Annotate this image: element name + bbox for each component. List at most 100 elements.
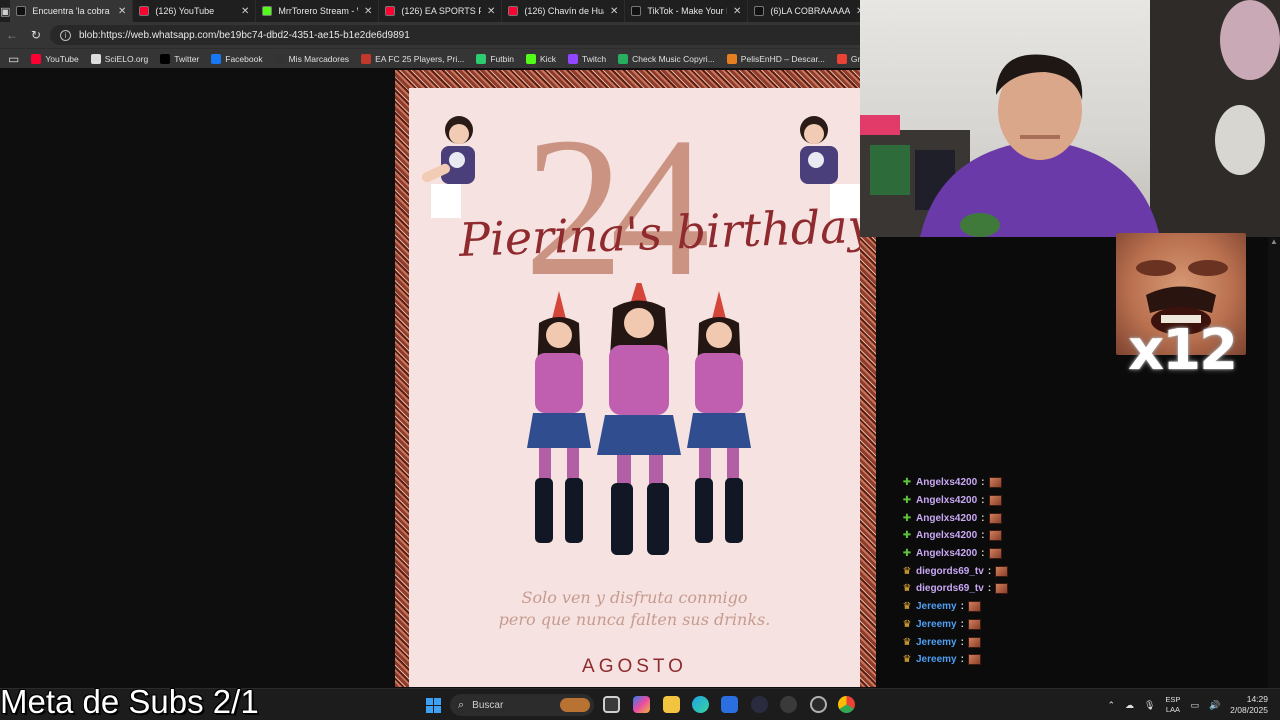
chat-username[interactable]: Jereemy: [916, 654, 957, 665]
chat-username[interactable]: Angelxs4200: [916, 513, 977, 524]
bookmark-item[interactable]: Futbin: [476, 53, 514, 64]
chat-message: ♛ Jereemy:: [902, 598, 1262, 616]
chat-emote-icon: [988, 512, 1002, 524]
dancer-center: [597, 283, 681, 555]
microphone-icon[interactable]: 🎙: [1144, 700, 1155, 711]
chat-message: ♛ diegords69_tv:: [902, 580, 1262, 598]
tab-favicon-icon: [385, 6, 396, 16]
tab-close-icon[interactable]: ✕: [487, 6, 495, 17]
app-icon[interactable]: [751, 696, 768, 713]
dancer-left: [527, 291, 591, 543]
chat-message: ✚ Angelxs4200:: [902, 527, 1262, 545]
browser-tab[interactable]: Encuentra 'la cobra en ✕: [10, 0, 134, 22]
invitation-title: Pierina's birthday: [458, 198, 860, 267]
task-view-icon[interactable]: [603, 696, 620, 713]
windows-start-icon[interactable]: [426, 698, 441, 713]
reading-list-icon[interactable]: ▭: [8, 52, 19, 66]
chat-username[interactable]: Jereemy: [916, 619, 957, 630]
site-info-icon[interactable]: i: [60, 29, 71, 41]
subs-goal-overlay: Meta de Subs 2/1: [0, 683, 259, 720]
bookmark-label: Mis Marcadores: [288, 53, 350, 64]
bookmark-item[interactable]: PelisEnHD – Descar...: [726, 53, 825, 64]
chat-username[interactable]: diegords69_tv: [916, 566, 984, 577]
chat-badge-icon: ♛: [902, 618, 912, 630]
side-panel-scrollbar[interactable]: ▲: [1268, 237, 1280, 688]
bookmark-item[interactable]: Twitter: [160, 53, 199, 64]
bookmark-label: Twitch: [582, 53, 607, 64]
birthday-invitation-image[interactable]: 24 Pierina's birthday Solo ven y disfrut…: [395, 70, 876, 687]
browser-tab[interactable]: MrrTorero Stream - Wa ✕: [256, 0, 380, 22]
chat-emote-icon: [967, 654, 981, 666]
taskbar-clock[interactable]: 14:29 2/08/2025: [1230, 694, 1268, 716]
tab-close-icon[interactable]: ✕: [610, 6, 618, 17]
chrome-icon[interactable]: [838, 696, 855, 713]
browser-tab[interactable]: (126) EA SPORTS FC 26 ✕: [379, 0, 503, 22]
address-bar[interactable]: i blob:https://web.whatsapp.com/be19bc74…: [50, 25, 870, 45]
bookmark-item[interactable]: SciELO.org: [90, 53, 148, 64]
tab-label: (126) YouTube: [155, 6, 215, 16]
chat-separator: :: [987, 583, 992, 595]
bookmark-list: YouTube SciELO.org Twitter Facebook Mis Marc…: [31, 53, 860, 64]
chat-username[interactable]: Angelxs4200: [916, 477, 977, 488]
browser-tab[interactable]: (126) YouTube ✕: [133, 0, 257, 22]
bookmark-item[interactable]: Twitch: [568, 53, 607, 64]
tab-search-icon[interactable]: ▣: [0, 0, 10, 22]
display-icon[interactable]: ▭: [1190, 700, 1199, 711]
obs-icon[interactable]: [780, 696, 797, 713]
volume-icon[interactable]: 🔊: [1209, 700, 1220, 711]
edge-icon[interactable]: [692, 696, 709, 713]
file-explorer-icon[interactable]: [663, 696, 680, 713]
chat-message: ♛ diegords69_tv:: [902, 562, 1262, 580]
reload-icon[interactable]: ↻: [24, 28, 48, 42]
store-icon[interactable]: [721, 696, 738, 713]
back-icon[interactable]: ←: [0, 28, 24, 42]
bookmark-item[interactable]: Mis Marcadores: [274, 53, 350, 64]
chat-username[interactable]: diegords69_tv: [916, 583, 984, 594]
onedrive-icon[interactable]: ☁: [1125, 700, 1134, 711]
taskbar-search[interactable]: ⌕ Buscar: [450, 694, 594, 716]
chat-username[interactable]: Angelxs4200: [916, 530, 977, 541]
tab-label: MrrTorero Stream - Wa: [278, 6, 358, 16]
chat-badge-icon: ♛: [902, 636, 912, 648]
bookmark-item[interactable]: Kick: [525, 53, 557, 64]
bookmark-label: YouTube: [45, 53, 79, 64]
taskbar-search-placeholder: Buscar: [472, 699, 504, 711]
chat-message: ♛ Jereemy:: [902, 616, 1262, 634]
bookmark-label: Kick: [539, 53, 557, 64]
tray-overflow-icon[interactable]: ⌃: [1107, 700, 1115, 711]
chat-username[interactable]: Angelxs4200: [916, 495, 977, 506]
tab-favicon-icon: [631, 6, 642, 16]
streamer-webcam: [860, 0, 1280, 237]
browser-tab[interactable]: TikTok - Make Your Day ✕: [625, 0, 749, 22]
chat-separator: :: [987, 565, 992, 577]
chat-badge-icon: ✚: [902, 477, 912, 489]
copilot-icon[interactable]: [633, 696, 650, 713]
bookmark-label: Futbin: [490, 53, 514, 64]
system-tray: ⌃ ☁ 🎙 ESP LAA ▭ 🔊 14:29 2/08/2025: [1107, 689, 1280, 720]
bookmark-item[interactable]: EA FC 25 Players, Pri...: [361, 53, 464, 64]
keyboard-layout: LAA: [1165, 705, 1181, 714]
tab-close-icon[interactable]: ✕: [733, 6, 741, 17]
tab-favicon-icon: [508, 6, 519, 16]
chat-username[interactable]: Jereemy: [916, 601, 957, 612]
chat-username[interactable]: Angelxs4200: [916, 548, 977, 559]
tab-close-icon[interactable]: ✕: [118, 6, 126, 17]
xbox-icon[interactable]: [810, 696, 827, 713]
browser-tab[interactable]: (6)LA COBRAAAAA✕: [748, 0, 872, 22]
bookmark-item[interactable]: Check Music Copyri...: [618, 53, 715, 64]
bookmark-item[interactable]: YouTube: [31, 53, 79, 64]
chat-emote-icon: [988, 530, 1002, 542]
tab-label: Encuentra 'la cobra en: [32, 6, 112, 16]
tab-close-icon[interactable]: ✕: [364, 6, 372, 17]
chat-badge-icon: ✚: [902, 530, 912, 542]
tab-close-icon[interactable]: ✕: [241, 6, 249, 17]
chat-username[interactable]: Jereemy: [916, 637, 957, 648]
scroll-up-icon[interactable]: ▲: [1268, 237, 1280, 246]
bookmark-item[interactable]: Facebook: [211, 53, 263, 64]
chat-badge-icon: ♛: [902, 654, 912, 666]
browser-tab[interactable]: (126) Chavín de Huánta ✕: [502, 0, 626, 22]
input-language[interactable]: ESP LAA: [1165, 695, 1180, 715]
bookmark-label: Facebook: [225, 53, 263, 64]
bookmark-item[interactable]: Gmail: [836, 53, 860, 64]
webcam-scene: [860, 0, 1280, 237]
